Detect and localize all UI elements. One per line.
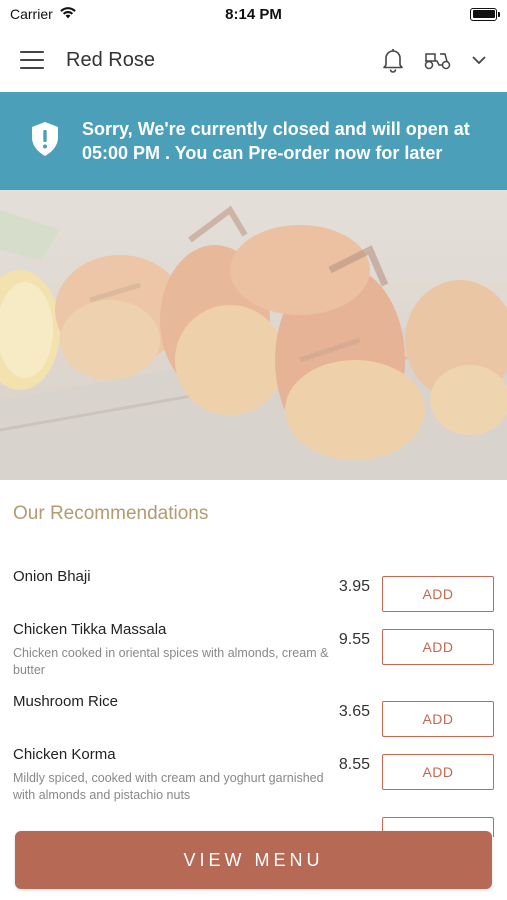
closed-banner: Sorry, We're currently closed and will o… [0,92,507,190]
status-bar: Carrier 8:14 PM [0,0,507,28]
item-description: Chicken cooked in oriental spices with a… [13,646,329,677]
wifi-icon [59,6,77,22]
scooter-icon[interactable] [423,49,453,71]
item-name: Mushroom Rice [13,693,119,710]
add-button[interactable]: ADD [382,701,494,737]
restaurant-title: Red Rose [66,48,155,71]
add-button[interactable]: ADD [382,629,494,665]
menu-icon[interactable] [20,51,44,69]
item-price: 3.95 [338,578,370,595]
shield-alert-icon [30,121,62,162]
hero-image [0,190,507,480]
closed-message: Sorry, We're currently closed and will o… [82,119,470,163]
item-price: 8.55 [338,756,370,773]
item-name: Onion Bhaji [13,568,91,585]
item-price: 9.55 [338,631,370,648]
bell-icon[interactable] [381,47,405,73]
add-button[interactable]: ADD [382,754,494,790]
status-left: Carrier [10,6,77,22]
view-menu-button[interactable]: VIEW MENU [15,831,492,889]
add-button[interactable]: ADD [382,576,494,612]
item-price: 3.65 [338,703,370,720]
carrier-label: Carrier [10,6,53,22]
recommendations-title: Our Recommendations [13,503,209,524]
battery-icon [470,7,500,21]
item-name: Chicken Tikka Massala [13,621,167,638]
header-actions [381,47,487,73]
item-name: Chicken Korma [13,746,116,763]
app-header: Red Rose [0,28,507,92]
chevron-down-icon[interactable] [471,55,487,65]
item-description: Mildly spiced, cooked with cream and yog… [13,771,324,802]
